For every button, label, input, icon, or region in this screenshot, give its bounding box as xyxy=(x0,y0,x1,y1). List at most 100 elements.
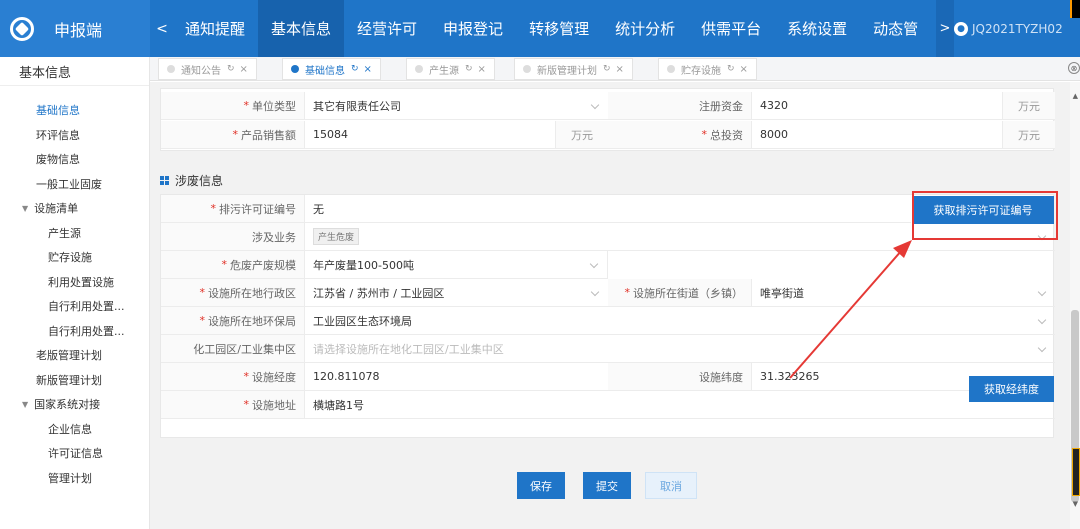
status-dot-icon xyxy=(167,65,175,73)
form-row: * 危废产废规模 年产废量100-500吨 xyxy=(161,251,1055,279)
save-button[interactable]: 保存 xyxy=(517,472,565,499)
sidebar-item[interactable]: 自行利用处置... xyxy=(0,319,149,344)
street-select[interactable]: 唯亭街道 xyxy=(752,279,1055,307)
tab-menu-icon[interactable]: ⊗ xyxy=(1068,62,1080,74)
district-select[interactable]: 江苏省 / 苏州市 / 工业园区 xyxy=(305,279,608,307)
top-nav-bar: 申报端 < 通知提醒 基本信息 经营许可 申报登记 转移管理 统计分析 供需平台 系统设置 动态… xyxy=(0,0,1080,57)
submit-button[interactable]: 提交 xyxy=(583,472,631,499)
close-icon[interactable]: × xyxy=(740,64,748,75)
permit-input[interactable]: 无 xyxy=(305,195,911,223)
nav-item[interactable]: 系统设置 xyxy=(774,0,860,57)
username: JQ2021TYZH02 xyxy=(972,21,1063,36)
brand[interactable]: 申报端 xyxy=(0,0,150,57)
page-tab[interactable]: 产生源 ↻ × xyxy=(406,58,495,80)
nav-item[interactable]: 动态管 xyxy=(860,0,931,57)
capital-input[interactable]: 4320 xyxy=(752,92,1002,120)
side-widget[interactable] xyxy=(1072,448,1080,496)
sales-input[interactable]: 15084 xyxy=(305,121,555,149)
investment-label: * 总投资 xyxy=(608,121,752,149)
addr-input[interactable]: 横塘路1号 xyxy=(305,391,1055,419)
form-row: * 产品销售额 15084 万元 * 总投资 8000 万元 xyxy=(161,121,1055,149)
form-row: * 设施所在地环保局 工业园区生态环境局 xyxy=(161,307,1055,335)
nav-item[interactable]: 经营许可 xyxy=(344,0,430,57)
page-tab[interactable]: 通知公告 ↻ × xyxy=(158,58,257,80)
form-row: 化工园区/工业集中区 请选择设施所在地化工园区/工业集中区 xyxy=(161,335,1055,363)
sidebar-item-label: 老版管理计划 xyxy=(36,349,102,363)
sidebar-item-label: 废物信息 xyxy=(36,153,80,167)
company-info-card: * 单位类型 其它有限责任公司 注册资金 4320 万元 * 产品销售额 15084… xyxy=(160,88,1055,151)
chevron-down-icon xyxy=(1037,343,1047,353)
sidebar-item-label: 一般工业固废 xyxy=(36,177,102,191)
scroll-up-icon[interactable]: ▲ xyxy=(1073,92,1078,100)
recycle-logo-icon xyxy=(10,16,34,41)
app-title: 申报端 xyxy=(54,20,103,40)
refresh-icon[interactable]: ↻ xyxy=(465,64,473,74)
sidebar-item-label: 国家系统对接 xyxy=(34,398,101,412)
nav-item[interactable]: 通知提醒 xyxy=(172,0,258,57)
close-icon[interactable]: × xyxy=(240,64,248,75)
form-row: * 设施地址 横塘路1号 xyxy=(161,391,1055,419)
sidebar-item[interactable]: 废物信息 xyxy=(0,147,149,172)
lng-label: * 设施经度 xyxy=(161,363,305,391)
sidebar-item[interactable]: 管理计划 xyxy=(0,466,149,491)
sidebar-item[interactable]: 贮存设施 xyxy=(0,245,149,270)
sidebar-item-label: 环评信息 xyxy=(36,128,80,142)
nav-item[interactable]: 基本信息 xyxy=(258,0,345,57)
caret-down-icon: ▼ xyxy=(22,203,29,213)
scroll-down-icon[interactable]: ▼ xyxy=(1073,500,1078,508)
investment-input[interactable]: 8000 xyxy=(752,121,1002,149)
refresh-icon[interactable]: ↻ xyxy=(351,64,359,74)
sidebar-group[interactable]: ▼ 国家系统对接 xyxy=(0,392,149,417)
status-dot-icon xyxy=(415,65,423,73)
permit-label: * 排污许可证编号 xyxy=(161,195,305,223)
nav-item[interactable]: 申报登记 xyxy=(430,0,516,57)
sidebar-item[interactable]: 自行利用处置... xyxy=(0,294,149,319)
lng-input[interactable]: 120.811078 xyxy=(305,363,608,391)
sidebar-item[interactable]: 新版管理计划 xyxy=(0,368,149,393)
sidebar-group[interactable]: ▼ 设施清单 xyxy=(0,196,149,221)
cancel-button[interactable]: 取消 xyxy=(645,472,697,499)
sidebar-item[interactable]: 老版管理计划 xyxy=(0,343,149,368)
district-label: * 设施所在地行政区 xyxy=(161,279,305,307)
page-tab[interactable]: 贮存设施 ↻ × xyxy=(658,58,757,80)
user-menu[interactable]: ● JQ2021TYZH02 xyxy=(954,0,1080,57)
sidebar-item[interactable]: 利用处置设施 xyxy=(0,270,149,295)
nav-item[interactable]: 统计分析 xyxy=(602,0,688,57)
page-tab[interactable]: 新版管理计划 ↻ × xyxy=(514,58,633,80)
caret-down-icon: ▼ xyxy=(22,399,29,409)
close-icon[interactable]: × xyxy=(616,64,624,75)
nav-next-button[interactable]: > xyxy=(936,0,954,57)
close-icon[interactable]: × xyxy=(364,64,372,75)
sales-unit: 万元 xyxy=(555,121,608,149)
park-select[interactable]: 请选择设施所在地化工园区/工业集中区 xyxy=(305,335,1055,363)
sidebar-item[interactable]: 许可证信息 xyxy=(0,441,149,466)
close-icon[interactable]: × xyxy=(478,64,486,75)
sidebar-header: 基本信息 xyxy=(0,57,149,86)
epb-select[interactable]: 工业园区生态环境局 xyxy=(305,307,1055,335)
sidebar-item[interactable]: 一般工业固废 xyxy=(0,172,149,197)
unit-type-select[interactable]: 其它有限责任公司 xyxy=(305,92,608,120)
unit-type-label: * 单位类型 xyxy=(161,92,305,120)
refresh-icon[interactable]: ↻ xyxy=(227,64,235,74)
business-tag[interactable]: 产生危废 xyxy=(313,228,360,245)
nav-prev-button[interactable]: < xyxy=(152,0,172,57)
form-row: * 设施所在地行政区 江苏省 / 苏州市 / 工业园区 * 设施所在街道（乡镇） 唯… xyxy=(161,279,1055,307)
sidebar-item[interactable]: 基础信息 xyxy=(0,98,149,123)
refresh-icon[interactable]: ↻ xyxy=(603,64,611,74)
sidebar-item[interactable]: 企业信息 xyxy=(0,417,149,442)
get-lnglat-button[interactable]: 获取经纬度 xyxy=(969,376,1054,402)
scale-select[interactable]: 年产废量100-500吨 xyxy=(305,251,608,279)
lat-input[interactable]: 31.323265 xyxy=(752,363,970,391)
sidebar-item[interactable]: 产生源 xyxy=(0,221,149,246)
sidebar-item-label: 自行利用处置... xyxy=(48,300,125,314)
nav-menu: 通知提醒 基本信息 经营许可 申报登记 转移管理 统计分析 供需平台 系统设置 动态管 xyxy=(172,0,931,57)
page-tab[interactable]: 基础信息 ↻ × xyxy=(282,58,381,80)
form-row: * 单位类型 其它有限责任公司 注册资金 4320 万元 xyxy=(161,92,1055,120)
nav-item[interactable]: 供需平台 xyxy=(688,0,774,57)
sidebar-item-label: 新版管理计划 xyxy=(36,373,102,387)
refresh-icon[interactable]: ↻ xyxy=(727,64,735,74)
main-content: * 单位类型 其它有限责任公司 注册资金 4320 万元 * 产品销售额 15084… xyxy=(150,82,1080,529)
user-icon: ● xyxy=(954,21,968,36)
sidebar-item[interactable]: 环评信息 xyxy=(0,123,149,148)
nav-item[interactable]: 转移管理 xyxy=(516,0,602,57)
